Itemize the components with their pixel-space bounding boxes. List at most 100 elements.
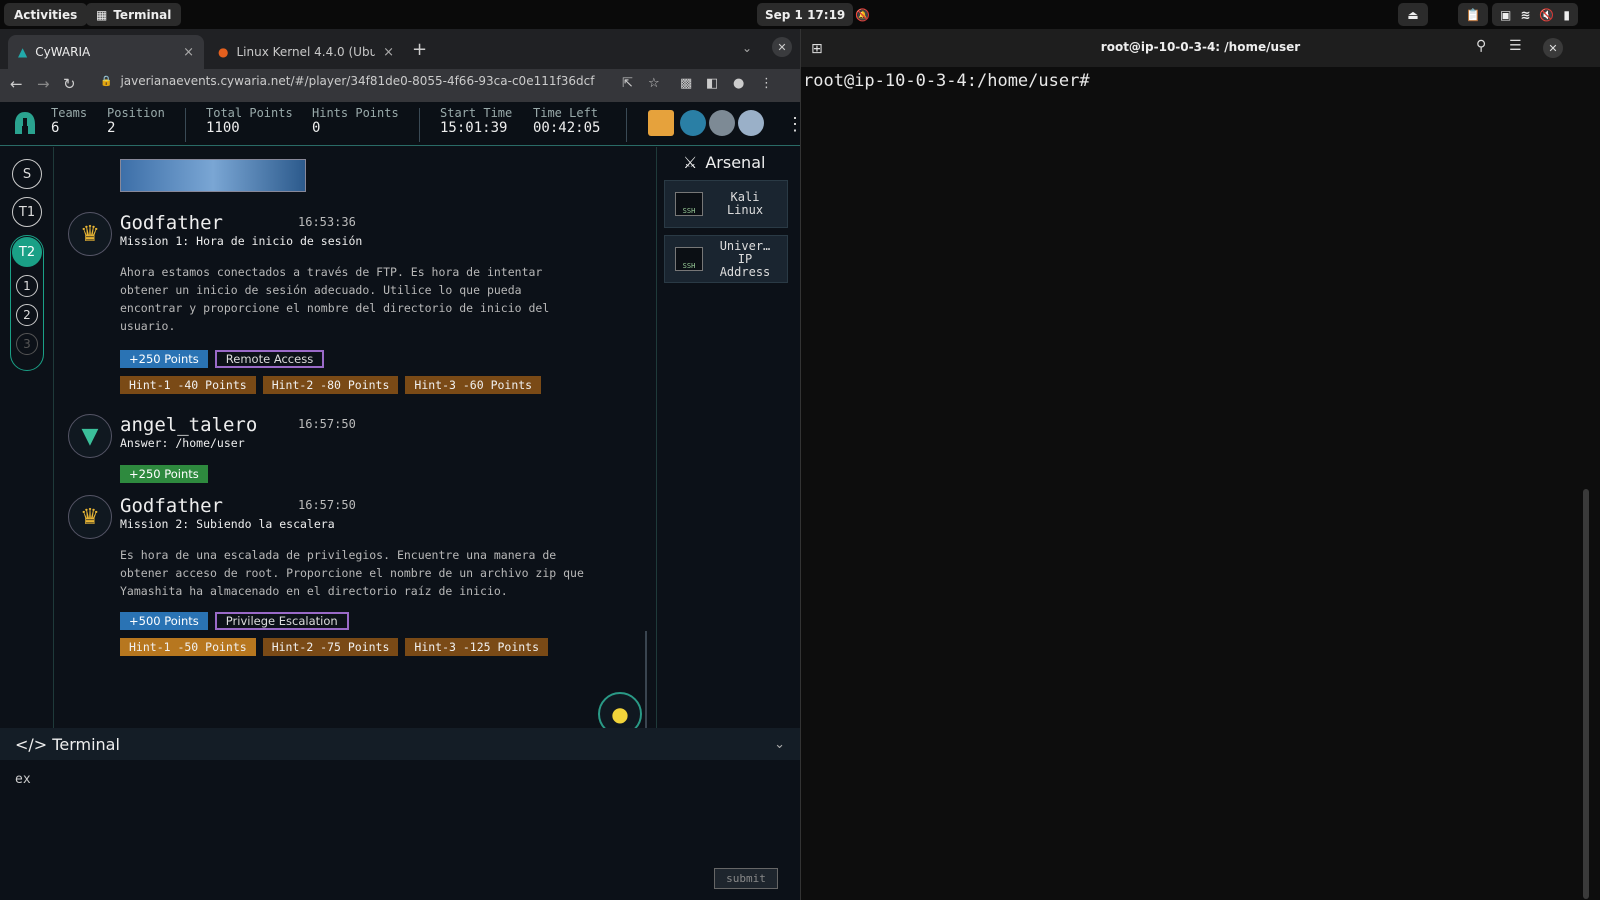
- tab-strip: ▲ CyWARIA × ● Linux Kernel 4.4.0 (Ubunt …: [0, 29, 800, 69]
- browser-menu-kebab-icon[interactable]: ⋮: [760, 76, 773, 91]
- address-bar[interactable]: 🔒 javerianaevents.cywaria.net/#/player/3…: [100, 74, 594, 88]
- share-icon[interactable]: ⇱: [622, 76, 633, 91]
- terminal-icon: ▦: [96, 7, 108, 22]
- tab-cywaria[interactable]: ▲ CyWARIA ×: [8, 35, 204, 69]
- ssh-terminal-icon: SSH: [675, 192, 703, 216]
- message-time: 16:57:50: [298, 417, 356, 431]
- message-author: Godfather: [120, 495, 223, 517]
- browser-window: ▲ CyWARIA × ● Linux Kernel 4.4.0 (Ubunt …: [0, 29, 804, 900]
- message-mission-2: ♛ Godfather 16:57:50 Mission 2: Subiendo…: [68, 495, 648, 685]
- lock-icon: 🔒: [100, 75, 113, 87]
- team-avatar-icon[interactable]: [680, 110, 706, 136]
- chevron-down-icon[interactable]: ⌄: [774, 737, 785, 752]
- close-tab-icon[interactable]: ×: [383, 45, 394, 60]
- hint-1-button[interactable]: Hint-1 -40 Points: [120, 376, 256, 394]
- hints-points-stat: Hints Points 0: [312, 106, 399, 136]
- spartan-helmet-logo-icon: [12, 110, 38, 138]
- wifi-icon: ≋: [1520, 7, 1531, 22]
- submit-button[interactable]: submit: [714, 868, 778, 889]
- points-badge: +250 Points: [120, 350, 208, 368]
- profile-icon[interactable]: ●: [733, 76, 744, 91]
- position-stat: Position 2: [107, 106, 165, 136]
- extensions-puzzle-icon[interactable]: ▩: [680, 76, 692, 91]
- stats-bar: Teams 6 Position 2 Total Points 1100 Hints …: [0, 102, 804, 146]
- category-badge: Privilege Escalation: [214, 612, 349, 630]
- nav-item-3[interactable]: 3: [16, 333, 38, 355]
- volume-muted-icon: 🔇: [1539, 7, 1555, 22]
- team-avatar-icon[interactable]: [738, 110, 764, 136]
- team-avatar-icon[interactable]: [709, 110, 735, 136]
- teams-stat: Teams 6: [51, 106, 88, 136]
- bookmark-star-icon[interactable]: ☆: [648, 76, 660, 91]
- reload-icon[interactable]: ↻: [63, 75, 76, 93]
- close-window-icon[interactable]: ✕: [772, 37, 792, 57]
- category-badge: Remote Access: [214, 350, 325, 368]
- activities-button[interactable]: Activities: [4, 3, 88, 26]
- tab-linux-kernel[interactable]: ● Linux Kernel 4.4.0 (Ubunt ×: [208, 35, 404, 69]
- arsenal-item-kali-linux[interactable]: SSH Kali Linux: [664, 180, 788, 228]
- hint-2-button[interactable]: Hint-2 -80 Points: [262, 376, 399, 394]
- message-subtitle: Answer: /home/user: [120, 436, 245, 450]
- points-badge: +250 Points: [120, 465, 208, 483]
- message-subtitle: Mission 1: Hora de inicio de sesión: [120, 234, 363, 248]
- crown-avatar-icon: ♛: [68, 212, 112, 256]
- notifications-muted-icon[interactable]: 🔕: [851, 3, 874, 26]
- message-time: 16:57:50: [298, 498, 356, 512]
- crown-avatar-icon: ♛: [68, 495, 112, 539]
- arsenal-item-label: Univer… IP Address: [719, 238, 771, 279]
- url-text: javerianaevents.cywaria.net/#/player/34f…: [120, 74, 595, 88]
- nav-item-2[interactable]: 2: [16, 304, 38, 326]
- nav-item-1[interactable]: 1: [16, 275, 38, 297]
- clipboard-icon[interactable]: 📋: [1458, 3, 1488, 26]
- exploit-db-favicon-icon: ●: [218, 45, 229, 59]
- nav-item-t1[interactable]: T1: [12, 197, 42, 227]
- total-points-stat: Total Points 1100: [206, 106, 293, 136]
- system-status-menu[interactable]: ▣ ≋ 🔇 ▮: [1492, 3, 1578, 26]
- tab-search-chevron-icon[interactable]: ⌄: [742, 41, 752, 55]
- close-window-icon[interactable]: ✕: [1543, 38, 1563, 58]
- team-shield-avatar-icon[interactable]: [648, 110, 674, 136]
- message-author: angel_talero: [120, 414, 258, 436]
- side-panel-icon[interactable]: ◧: [706, 76, 718, 91]
- attached-image[interactable]: [120, 159, 306, 192]
- hint-3-button[interactable]: Hint-3 -60 Points: [405, 376, 542, 394]
- mission-chat: ♛ Godfather 16:53:36 Mission 1: Hora de …: [55, 147, 655, 728]
- mission-side-nav: S T1 T2 1 2 3: [0, 147, 54, 728]
- terminal-header-bar: ⊞ root@ip-10-0-3-4: /home/user ⚲ ☰ ✕: [801, 29, 1600, 67]
- search-icon[interactable]: ⚲: [1476, 38, 1486, 54]
- system-top-bar: Activities ▦ Terminal Sep 1 17:19 🔕 ⏏ 📋 …: [0, 0, 1600, 29]
- clock[interactable]: Sep 1 17:19: [757, 3, 854, 26]
- new-tab-button[interactable]: +: [412, 39, 427, 60]
- ssh-terminal-icon: SSH: [675, 247, 703, 271]
- hint-1-button[interactable]: Hint-1 -50 Points: [120, 638, 256, 656]
- arsenal-item-ip-address[interactable]: SSH Univer… IP Address: [664, 235, 788, 283]
- back-arrow-icon[interactable]: ←: [10, 75, 23, 93]
- shell-prompt[interactable]: root@ip-10-0-3-4:/home/user#: [803, 71, 1090, 91]
- time-left-stat: Time Left 00:42:05: [533, 106, 601, 136]
- message-time: 16:53:36: [298, 215, 356, 229]
- app-menu-label: Terminal: [113, 7, 172, 22]
- eject-icon[interactable]: ⏏: [1398, 3, 1428, 26]
- nav-item-t2[interactable]: T2: [12, 237, 42, 267]
- cywaria-favicon-icon: ▲: [18, 45, 28, 59]
- hint-2-button[interactable]: Hint-2 -75 Points: [262, 638, 399, 656]
- battery-icon: ▮: [1563, 7, 1570, 22]
- tab-title: CyWARIA: [35, 45, 91, 59]
- terminal-panel-header[interactable]: </> Terminal ⌄: [0, 728, 800, 760]
- nav-item-s[interactable]: S: [12, 159, 42, 189]
- forward-arrow-icon[interactable]: →: [37, 75, 50, 93]
- message-mission-1: ♛ Godfather 16:53:36 Mission 1: Hora de …: [68, 212, 648, 402]
- app-menu-terminal[interactable]: ▦ Terminal: [86, 3, 182, 26]
- screen-icon: ▣: [1500, 7, 1512, 22]
- points-badge: +500 Points: [120, 612, 208, 630]
- hamburger-menu-icon[interactable]: ☰: [1509, 38, 1522, 54]
- crossed-swords-icon: ⚔: [683, 153, 698, 172]
- terminal-panel-title: </> Terminal: [15, 734, 120, 754]
- terminal-input[interactable]: ex: [15, 772, 31, 787]
- arsenal-title: ⚔ Arsenal: [683, 153, 766, 172]
- close-tab-icon[interactable]: ×: [183, 45, 194, 60]
- message-answer: ▼ angel_talero 16:57:50 Answer: /home/us…: [68, 414, 648, 489]
- terminal-scrollbar[interactable]: [1583, 489, 1589, 899]
- hint-3-button[interactable]: Hint-3 -125 Points: [405, 638, 549, 656]
- message-author: Godfather: [120, 212, 223, 234]
